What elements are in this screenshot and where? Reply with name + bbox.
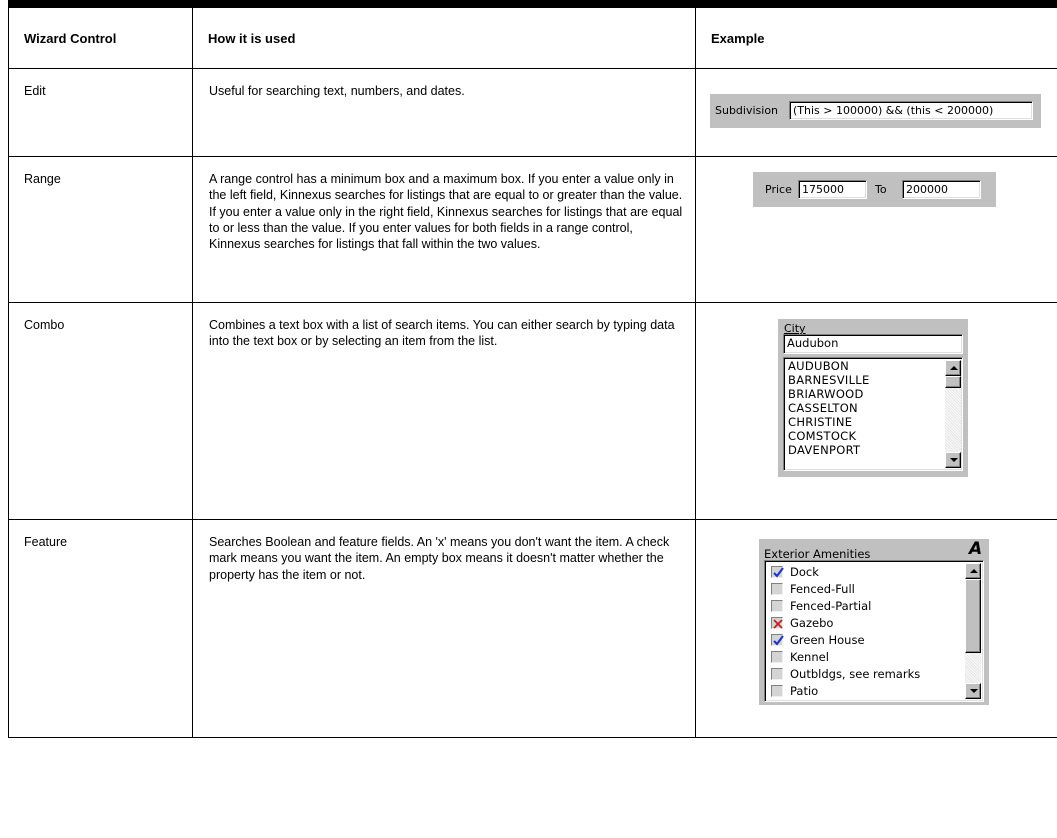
- combo-list[interactable]: AUDUBON BARNESVILLE BRIARWOOD CASSELTON …: [783, 357, 963, 471]
- list-item[interactable]: COMSTOCK: [788, 429, 856, 444]
- scroll-down-button[interactable]: [945, 452, 961, 468]
- feature-list[interactable]: Dock Fenced-Full Fenced-Partial Gazebo G…: [764, 560, 984, 702]
- control-name: Feature: [24, 535, 68, 549]
- scroll-thumb[interactable]: [945, 376, 961, 388]
- top-rule: [8, 0, 1057, 7]
- range-example: Price 175000 To 200000: [753, 172, 996, 207]
- list-item[interactable]: DAVENPORT: [788, 443, 860, 458]
- header-wizard-control: Wizard Control: [8, 7, 193, 69]
- list-item[interactable]: BRIARWOOD: [788, 387, 864, 402]
- header-how-used: How it is used: [192, 7, 696, 69]
- range-max-input[interactable]: 200000: [902, 180, 981, 199]
- wizard-controls-table: Wizard Control How it is used Example Ed…: [8, 7, 1057, 738]
- list-item[interactable]: BARNESVILLE: [788, 373, 870, 388]
- combo-example: City Audubon AUDUBON BARNESVILLE BRIARWO…: [778, 319, 968, 477]
- control-name: Range: [24, 172, 61, 186]
- x-mark-icon[interactable]: [771, 617, 783, 629]
- combo-text-input[interactable]: Audubon: [783, 334, 963, 354]
- down-arrow-icon: [950, 458, 958, 462]
- example-cell: Price 175000 To 200000: [695, 156, 1057, 303]
- down-arrow-icon: [970, 689, 978, 693]
- edit-example: Subdivision (This > 100000) && (this < 2…: [710, 94, 1041, 128]
- empty-box-icon[interactable]: [771, 668, 783, 680]
- up-arrow-icon: [950, 366, 958, 370]
- range-to-label: To: [875, 183, 887, 196]
- combo-scrollbar[interactable]: [945, 360, 961, 468]
- empty-box-icon[interactable]: [771, 651, 783, 663]
- check-icon[interactable]: [771, 566, 784, 578]
- range-label: Price: [765, 183, 792, 196]
- control-name: Edit: [24, 84, 46, 98]
- table-row-feature: Feature Searches Boolean and feature fie…: [8, 519, 1057, 738]
- header-example: Example: [695, 7, 1057, 69]
- control-description: Combines a text box with a list of searc…: [209, 318, 675, 349]
- check-icon[interactable]: [771, 634, 784, 646]
- table-row-edit: Edit Useful for searching text, numbers,…: [8, 68, 1057, 157]
- feature-scrollbar[interactable]: [965, 563, 981, 699]
- empty-box-icon[interactable]: [771, 600, 783, 612]
- empty-box-icon[interactable]: [771, 583, 783, 595]
- feature-label: Exterior Amenities: [764, 547, 871, 561]
- list-item[interactable]: CASSELTON: [788, 401, 858, 416]
- control-description: Searches Boolean and feature fields. An …: [209, 535, 670, 582]
- example-cell: City Audubon AUDUBON BARNESVILLE BRIARWO…: [695, 302, 1057, 520]
- table-row-range: Range A range control has a minimum box …: [8, 156, 1057, 303]
- control-description: Useful for searching text, numbers, and …: [209, 84, 465, 98]
- example-cell: Exterior Amenities A Dock Fenced-Full Fe…: [695, 519, 1057, 738]
- edit-label: Subdivision: [715, 104, 779, 117]
- scroll-down-button[interactable]: [965, 683, 981, 699]
- control-description: A range control has a minimum box and a …: [209, 172, 683, 252]
- empty-box-icon[interactable]: [771, 685, 783, 697]
- edit-input[interactable]: (This > 100000) && (this < 200000): [789, 101, 1033, 120]
- table-row-combo: Combo Combines a text box with a list of…: [8, 302, 1057, 520]
- feature-example: Exterior Amenities A Dock Fenced-Full Fe…: [759, 539, 989, 705]
- list-item[interactable]: AUDUBON: [788, 359, 849, 374]
- scroll-thumb[interactable]: [965, 579, 981, 653]
- control-name: Combo: [24, 318, 65, 332]
- example-cell: Subdivision (This > 100000) && (this < 2…: [695, 68, 1057, 157]
- scroll-up-button[interactable]: [945, 360, 961, 376]
- list-item[interactable]: CHRISTINE: [788, 415, 852, 430]
- up-arrow-icon: [970, 569, 978, 573]
- font-a-icon: A: [969, 539, 983, 559]
- scroll-up-button[interactable]: [965, 563, 981, 579]
- range-min-input[interactable]: 175000: [798, 180, 867, 199]
- header-row: Wizard Control How it is used Example: [8, 7, 1057, 69]
